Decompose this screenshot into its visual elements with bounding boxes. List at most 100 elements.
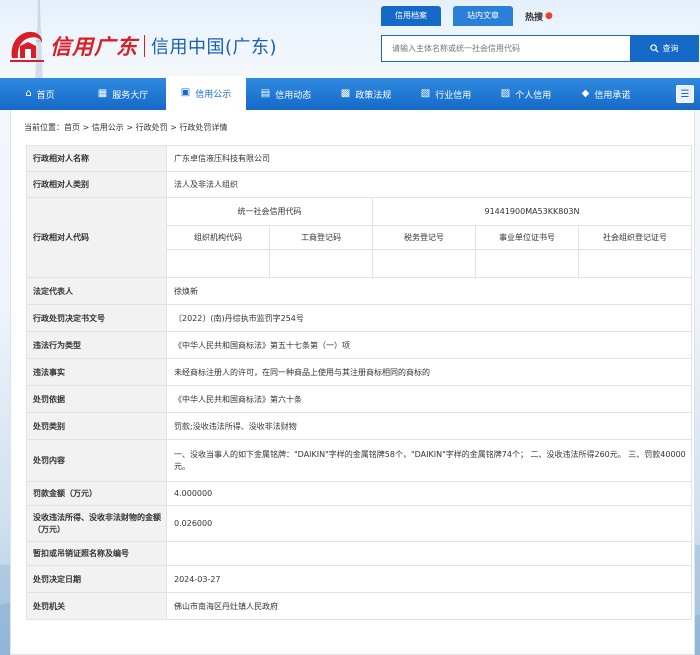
tab-site-articles[interactable]: 站内文章 xyxy=(453,6,513,26)
category-label: 处罚类别 xyxy=(26,412,167,440)
social-org-reg-label: 社会组织登记证号 xyxy=(577,225,693,250)
nav-item-label: 政策法规 xyxy=(355,90,392,101)
nav-item-service-hall[interactable]: ▦ 服务大厅 xyxy=(80,78,166,110)
legal-rep-label: 法定代表人 xyxy=(26,277,167,305)
table-row: 法定代表人 徐焕新 xyxy=(26,277,693,305)
basis-label: 处罚依据 xyxy=(26,385,167,413)
search-icon xyxy=(649,44,659,53)
penalty-detail-table: 行政相对人名称 广东卓信液压科技有限公司 行政相对人类别 法人及非法人组织 行政… xyxy=(26,145,693,620)
search-box: 查询 xyxy=(381,35,699,62)
nav-item-label: 信用承诺 xyxy=(594,90,631,101)
table-row: 行政相对人名称 广东卓信液压科技有限公司 xyxy=(26,145,693,172)
search-button[interactable]: 查询 xyxy=(630,36,698,61)
basis-value: 《中华人民共和国商标法》第六十条 xyxy=(165,385,693,413)
content-value: 一、没收当事人的如下金属铭牌："DAIKIN"字样的金属铭牌58个，"DAIKI… xyxy=(165,439,693,482)
tab-credit-archive[interactable]: 信用档案 xyxy=(381,6,441,26)
table-row: 处罚内容 一、没收当事人的如下金属铭牌："DAIKIN"字样的金属铭牌58个，"… xyxy=(26,439,693,482)
table-row: 暂扣或吊销证照名称及编号 xyxy=(26,541,693,566)
hot-search-link[interactable]: 热搜 ● xyxy=(525,10,553,23)
violation-type-label: 违法行为类型 xyxy=(26,331,167,359)
party-type-value: 法人及非法人组织 xyxy=(165,171,693,198)
confiscation-value: 0.026000 xyxy=(165,505,693,542)
fine-label: 罚款金额（万元） xyxy=(26,481,167,506)
nav-item-label: 信用公示 xyxy=(195,89,232,100)
document-icon: ▤ xyxy=(260,88,271,99)
nav-item-credit-news[interactable]: ▤ 信用动态 xyxy=(246,78,326,110)
nav-item-policies[interactable]: ▩ 政策法规 xyxy=(326,78,406,110)
party-type-label: 行政相对人类别 xyxy=(26,171,167,198)
table-row: 违法事实 未经商标注册人的许可，在同一种商品上使用与其注册商标相同的商标的 xyxy=(26,358,693,386)
uscc-value: 91441900MA53KK803N xyxy=(371,197,693,226)
breadcrumb: 当前位置：首页信用公示行政处罚行政处罚详情 xyxy=(24,122,227,133)
main-nav: ⌂ 首页 ▦ 服务大厅 ▣ 信用公示 ▤ 信用动态 ▩ 政策法规 ▧ 行业信用 … xyxy=(0,76,700,110)
business-reg-value xyxy=(269,249,373,278)
grid-icon: ▦ xyxy=(97,88,108,99)
facts-label: 违法事实 xyxy=(26,358,167,386)
site-header: 信用广东 信用中国(广东) 信用档案 站内文章 热搜 ● 查询 xyxy=(0,0,700,78)
table-row: 处罚决定日期 2024-03-27 xyxy=(26,565,693,593)
fine-value: 4.000000 xyxy=(165,481,693,506)
nav-item-personal-credit[interactable]: ▨ 个人信用 xyxy=(486,78,566,110)
site-name: 信用中国(广东) xyxy=(151,37,278,58)
nav-item-label: 个人信用 xyxy=(515,90,552,101)
authority-value: 佛山市南海区丹灶镇人民政府 xyxy=(165,592,693,620)
tax-reg-value xyxy=(372,249,476,278)
uscc-label: 统一社会信用代码 xyxy=(166,197,373,226)
institution-cert-label: 事业单位证书号 xyxy=(475,225,579,250)
nav-item-home[interactable]: ⌂ 首页 xyxy=(0,78,80,110)
home-icon: ⌂ xyxy=(25,88,32,99)
authority-label: 处罚机关 xyxy=(26,592,167,620)
id-card-icon: ▨ xyxy=(500,88,511,99)
license-label: 暂扣或吊销证照名称及编号 xyxy=(26,541,167,566)
nav-item-credit-publicity[interactable]: ▣ 信用公示 xyxy=(166,76,246,110)
content-label: 处罚内容 xyxy=(26,439,167,482)
nav-item-credit-commitment[interactable]: ◆ 信用承诺 xyxy=(566,78,646,110)
building-icon: ▧ xyxy=(420,88,431,99)
breadcrumb-current-home[interactable]: 当前位置：首页 xyxy=(24,123,80,132)
logo-divider xyxy=(144,35,145,57)
table-row: 没收违法所得、没收非法财物的金额（万元） 0.026000 xyxy=(26,505,693,542)
search-tabs: 信用档案 站内文章 热搜 ● xyxy=(381,6,553,26)
nav-item-label: 行业信用 xyxy=(435,90,472,101)
flame-icon: ● xyxy=(545,11,553,21)
menu-icon[interactable]: ☰ xyxy=(676,85,694,103)
table-row: 行政相对人代码 统一社会信用代码 91441900MA53KK803N xyxy=(26,197,693,278)
date-label: 处罚决定日期 xyxy=(26,565,167,593)
nav-item-industry-credit[interactable]: ▧ 行业信用 xyxy=(406,78,486,110)
category-value: 罚款;没收违法所得、没收非法财物 xyxy=(165,412,693,440)
site-logo[interactable]: 信用广东 信用中国(广东) xyxy=(8,28,277,64)
org-code-value xyxy=(166,249,270,278)
search-button-label: 查询 xyxy=(662,44,679,53)
shield-icon: ◆ xyxy=(581,88,590,99)
org-code-label: 组织机构代码 xyxy=(166,225,270,250)
search-input[interactable] xyxy=(382,36,630,61)
table-row: 处罚机关 佛山市南海区丹灶镇人民政府 xyxy=(26,592,693,620)
nav-item-label: 信用动态 xyxy=(275,90,312,101)
confiscation-label: 没收违法所得、没收非法财物的金额（万元） xyxy=(26,505,167,542)
briefcase-icon: ▣ xyxy=(180,87,191,98)
table-row: 罚款金额（万元） 4.000000 xyxy=(26,481,693,506)
table-row: 违法行为类型 《中华人民共和国商标法》第五十七条第（一）项 xyxy=(26,331,693,359)
hot-search-label: 热搜 xyxy=(525,12,544,23)
violation-type-value: 《中华人民共和国商标法》第五十七条第（一）项 xyxy=(165,331,693,359)
license-value xyxy=(165,541,693,566)
social-org-reg-value xyxy=(577,249,693,278)
legal-rep-value: 徐焕新 xyxy=(165,277,693,305)
party-code-label: 行政相对人代码 xyxy=(26,197,167,278)
table-row: 处罚依据 《中华人民共和国商标法》第六十条 xyxy=(26,385,693,413)
table-row: 行政处罚决定书文号 〔2022〕(南)丹综执市监罚字254号 xyxy=(26,304,693,332)
business-reg-label: 工商登记码 xyxy=(269,225,373,250)
breadcrumb-penalty[interactable]: 行政处罚 xyxy=(124,123,168,132)
decision-no-value: 〔2022〕(南)丹综执市监罚字254号 xyxy=(165,304,693,332)
breadcrumb-credit-publicity[interactable]: 信用公示 xyxy=(80,123,124,132)
party-name-label: 行政相对人名称 xyxy=(26,145,167,172)
detail-card: 当前位置：首页信用公示行政处罚行政处罚详情 行政相对人名称 广东卓信液压科技有限… xyxy=(10,110,695,655)
logo-script-text: 信用广东 xyxy=(50,34,138,59)
facts-value: 未经商标注册人的许可，在同一种商品上使用与其注册商标相同的商标的 xyxy=(165,358,693,386)
nav-item-label: 首页 xyxy=(36,90,55,101)
breadcrumb-penalty-detail: 行政处罚详情 xyxy=(168,123,228,132)
nav-item-label: 服务大厅 xyxy=(112,90,149,101)
date-value: 2024-03-27 xyxy=(165,565,693,593)
party-name-value: 广东卓信液压科技有限公司 xyxy=(165,145,693,172)
tax-reg-label: 税务登记号 xyxy=(372,225,476,250)
